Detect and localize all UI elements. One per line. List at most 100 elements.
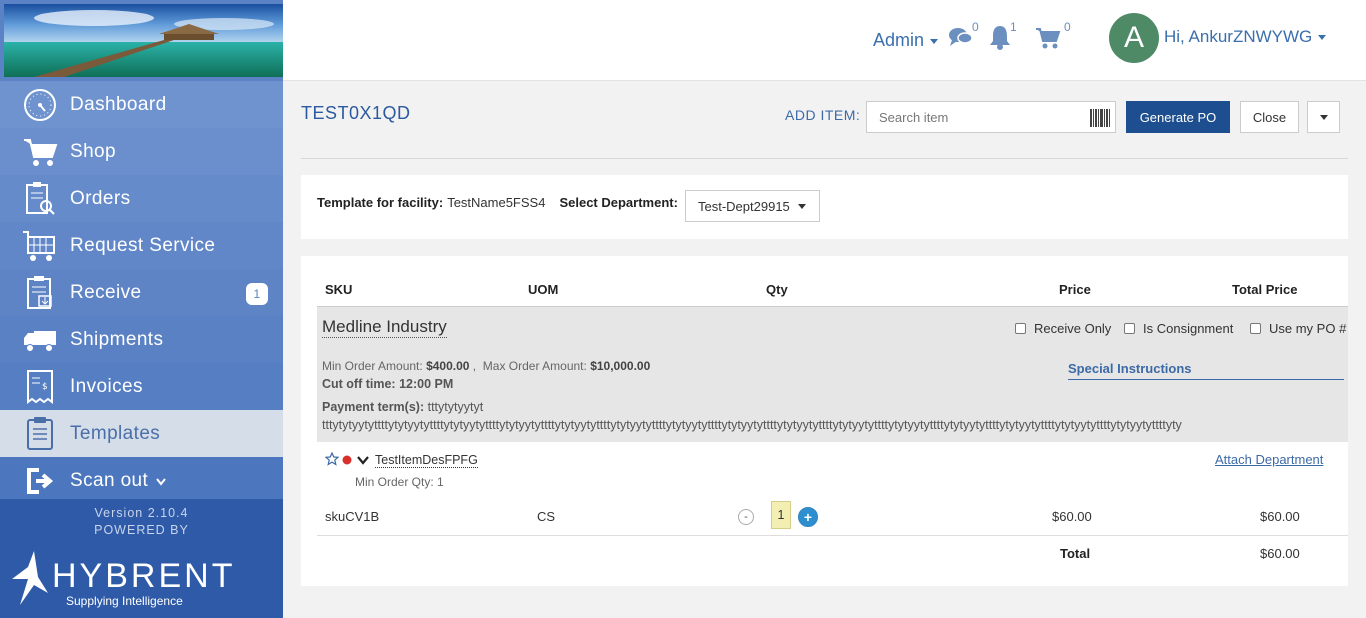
chevron-down-icon[interactable] bbox=[357, 454, 369, 468]
dashboard-clock-icon bbox=[22, 87, 58, 123]
items-card: SKU UOM Qty Price Total Price Medline In… bbox=[301, 256, 1348, 586]
special-instructions-link[interactable]: Special Instructions bbox=[1068, 361, 1344, 380]
checkbox-box[interactable] bbox=[1124, 323, 1135, 334]
facility-row: Template for facility: TestName5FSS4 Sel… bbox=[317, 195, 678, 210]
barcode-icon[interactable] bbox=[1090, 109, 1110, 132]
caret-down-icon bbox=[1319, 114, 1328, 120]
sidebar-item-request-service[interactable]: Request Service bbox=[0, 222, 283, 269]
template-facility-label: Template for facility: bbox=[317, 195, 444, 210]
brand-name: HYBRENT bbox=[52, 557, 236, 595]
sidebar-item-scan-out[interactable]: Scan out bbox=[0, 457, 283, 504]
divider bbox=[301, 158, 1348, 159]
sidebar-item-label: Templates bbox=[70, 422, 161, 444]
red-dot-icon bbox=[342, 454, 352, 468]
cutoff-time: Cut off time: 12:00 PM bbox=[322, 377, 454, 391]
payment-label: Payment term(s): bbox=[322, 400, 425, 414]
item-price: $60.00 bbox=[1052, 509, 1092, 524]
template-facility-value: TestName5FSS4 bbox=[447, 195, 546, 210]
more-options-button[interactable] bbox=[1307, 101, 1340, 133]
header-uom: UOM bbox=[528, 282, 559, 297]
version-text: Version 2.10.4 bbox=[94, 506, 189, 520]
sidebar-item-label: Invoices bbox=[70, 375, 143, 397]
checkbox-label: Receive Only bbox=[1034, 321, 1112, 336]
sidebar: Dashboard Shop Orders Request Service Re… bbox=[0, 0, 283, 618]
beach-banner-image bbox=[4, 4, 283, 77]
user-menu[interactable]: Hi, AnkurZNWYWG bbox=[1164, 27, 1327, 47]
checkbox-box[interactable] bbox=[1015, 323, 1026, 334]
item-uom: CS bbox=[537, 509, 556, 524]
department-select[interactable]: Test-Dept29915 bbox=[685, 190, 820, 222]
sidebar-item-label: Receive bbox=[70, 281, 142, 303]
sidebar-item-label: Shop bbox=[70, 140, 116, 162]
department-value: Test-Dept29915 bbox=[698, 198, 790, 214]
vendor-block: Medline Industry Receive Only Is Consign… bbox=[317, 306, 1348, 442]
payment-terms: Payment term(s): tttytytyytyt bbox=[322, 400, 483, 414]
sidebar-item-label: Dashboard bbox=[70, 93, 167, 115]
receive-clipboard-icon bbox=[22, 275, 58, 311]
header-cart-icon[interactable] bbox=[1035, 27, 1061, 54]
avatar[interactable]: A bbox=[1109, 13, 1159, 63]
sign-out-icon bbox=[22, 463, 58, 499]
max-order-value: $10,000.00 bbox=[590, 359, 651, 373]
item-total-price: $60.00 bbox=[1260, 509, 1300, 524]
cart-icon bbox=[22, 134, 58, 170]
sidebar-item-invoices[interactable]: $ Invoices bbox=[0, 363, 283, 410]
powered-by-text: POWERED BY bbox=[94, 523, 189, 537]
payment-value-inline: tttytytyytyt bbox=[427, 400, 484, 414]
attach-department-link[interactable]: Attach Department bbox=[1215, 452, 1323, 467]
search-item-box bbox=[866, 101, 1116, 133]
sidebar-item-shipments[interactable]: Shipments bbox=[0, 316, 283, 363]
header-total-price: Total Price bbox=[1232, 282, 1298, 297]
svg-text:$: $ bbox=[42, 382, 48, 392]
payment-value: tttytytyytyttttytytyytyttttytytyytytttty… bbox=[322, 418, 1182, 432]
qty-decrement-button[interactable]: - bbox=[738, 509, 754, 525]
sidebar-item-templates[interactable]: Templates bbox=[0, 410, 283, 457]
chevron-down-icon bbox=[156, 470, 166, 492]
truck-icon bbox=[22, 322, 58, 358]
sidebar-nav: Dashboard Shop Orders Request Service Re… bbox=[0, 81, 283, 504]
is-consignment-checkbox[interactable]: Is Consignment bbox=[1124, 321, 1233, 336]
search-input[interactable] bbox=[867, 102, 1077, 132]
admin-menu[interactable]: Admin bbox=[873, 30, 939, 51]
orders-search-icon bbox=[22, 181, 58, 217]
generate-po-button[interactable]: Generate PO bbox=[1126, 101, 1230, 133]
admin-label: Admin bbox=[873, 30, 925, 50]
checkbox-label: Use my PO # bbox=[1269, 321, 1347, 336]
receive-only-checkbox[interactable]: Receive Only bbox=[1015, 321, 1111, 336]
use-my-po-checkbox[interactable]: Use my PO # bbox=[1250, 321, 1346, 336]
sidebar-item-receive[interactable]: Receive 1 bbox=[0, 269, 283, 316]
row-divider bbox=[317, 535, 1348, 536]
select-department-label: Select Department: bbox=[559, 195, 678, 210]
hybrent-bird-icon bbox=[12, 551, 48, 605]
min-order-label: Min Order Amount: bbox=[322, 359, 423, 373]
chat-icon[interactable] bbox=[948, 26, 974, 53]
main-content: TEST0X1QD ADD ITEM: Generate PO Close Te… bbox=[283, 81, 1366, 618]
star-icon[interactable] bbox=[324, 451, 340, 469]
total-value: $60.00 bbox=[1260, 546, 1300, 561]
vendor-name[interactable]: Medline Industry bbox=[322, 317, 447, 338]
brand-tagline: Supplying Intelligence bbox=[66, 594, 183, 608]
checkbox-box[interactable] bbox=[1250, 323, 1261, 334]
item-description[interactable]: TestItemDesFPFG bbox=[375, 453, 478, 468]
facility-card: Template for facility: TestName5FSS4 Sel… bbox=[301, 175, 1348, 239]
add-item-label: ADD ITEM: bbox=[785, 107, 861, 123]
chat-count: 0 bbox=[972, 20, 979, 34]
order-amounts: Min Order Amount: $400.00 , Max Order Am… bbox=[322, 359, 651, 373]
sidebar-item-label: Shipments bbox=[70, 328, 164, 350]
sidebar-item-dashboard[interactable]: Dashboard bbox=[0, 81, 283, 128]
sidebar-item-orders[interactable]: Orders bbox=[0, 175, 283, 222]
caret-down-icon bbox=[797, 203, 806, 209]
item-sku: skuCV1B bbox=[325, 509, 380, 524]
min-order-qty: Min Order Qty: 1 bbox=[355, 475, 444, 489]
qty-input[interactable]: 1 bbox=[771, 501, 791, 529]
close-button[interactable]: Close bbox=[1240, 101, 1299, 133]
hybrent-logo: HYBRENT Supplying Intelligence bbox=[10, 549, 236, 608]
sidebar-item-shop[interactable]: Shop bbox=[0, 128, 283, 175]
qty-increment-button[interactable]: + bbox=[798, 507, 818, 527]
bell-icon[interactable] bbox=[989, 24, 1011, 55]
notification-count: 1 bbox=[1010, 20, 1017, 34]
sidebar-item-label: Orders bbox=[70, 187, 131, 209]
sidebar-item-label: Request Service bbox=[70, 234, 216, 256]
clipboard-icon bbox=[22, 416, 58, 452]
receive-count-badge: 1 bbox=[246, 283, 268, 305]
